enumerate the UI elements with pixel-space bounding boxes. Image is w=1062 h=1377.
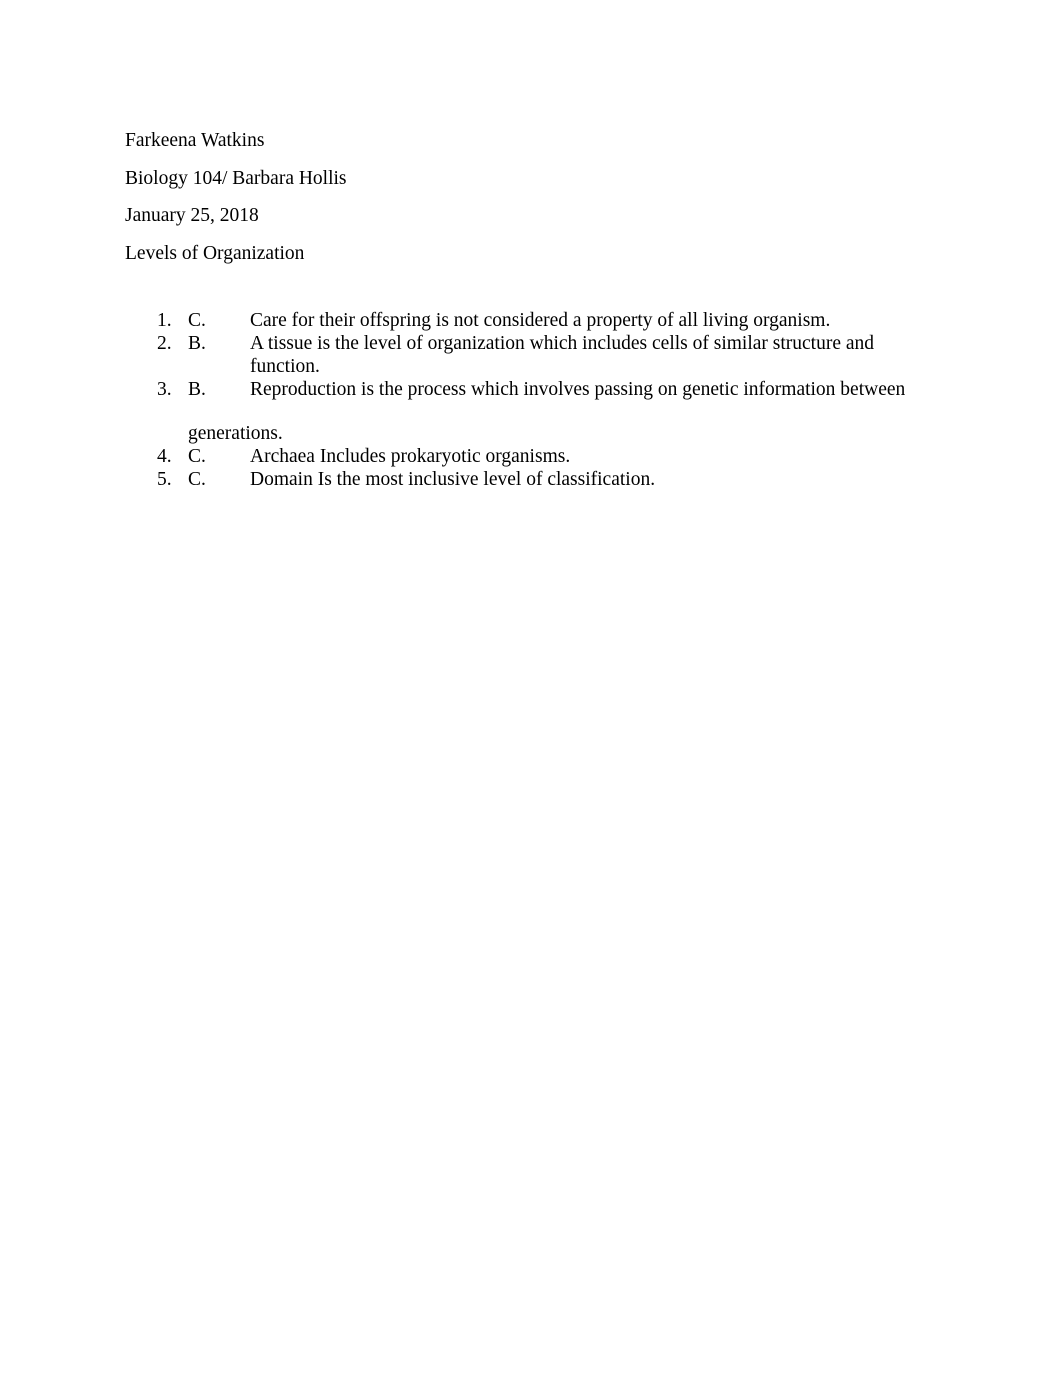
list-item-choice-letter: B.: [188, 379, 206, 400]
list-item-choice-letter: C.: [188, 310, 206, 331]
list-item-number: 2.: [157, 333, 172, 354]
document-page: Farkeena Watkins Biology 104/ Barbara Ho…: [0, 0, 1062, 1377]
list-item-text: Domain Is the most inclusive level of cl…: [250, 469, 656, 490]
document-header: Farkeena Watkins Biology 104/ Barbara Ho…: [125, 122, 937, 272]
list-item-number: 5.: [157, 469, 172, 490]
list-item-choice-letter: C.: [188, 446, 206, 467]
list-item: 3. B. Reproduction is the process which …: [125, 378, 937, 401]
list-item-choice-letter: C.: [188, 469, 206, 490]
list-item-continuation-text: generations.: [188, 423, 283, 444]
course-and-instructor: Biology 104/ Barbara Hollis: [125, 167, 347, 189]
assignment-title: Levels of Organization: [125, 242, 305, 264]
list-item-text: A tissue is the level of organization wh…: [250, 333, 875, 377]
answer-list: 1. C. Care for their offspring is not co…: [125, 309, 937, 491]
list-item-number: 1.: [157, 310, 172, 331]
list-item: 4. C. Archaea Includes prokaryotic organ…: [125, 445, 937, 468]
list-item-text: Archaea Includes prokaryotic organisms.: [250, 446, 571, 467]
list-item-number: 4.: [157, 446, 172, 467]
list-item: 5. C. Domain Is the most inclusive level…: [125, 468, 937, 491]
list-item: 2. B. A tissue is the level of organizat…: [125, 332, 937, 378]
assignment-date: January 25, 2018: [125, 205, 259, 226]
list-item-text: Reproduction is the process which involv…: [250, 379, 906, 400]
list-item-text: Care for their offspring is not consider…: [250, 310, 831, 331]
list-item-number: 3.: [157, 379, 172, 400]
list-item: 1. C. Care for their offspring is not co…: [125, 309, 937, 332]
list-item-choice-letter: B.: [188, 333, 206, 354]
student-name: Farkeena Watkins: [125, 130, 265, 151]
